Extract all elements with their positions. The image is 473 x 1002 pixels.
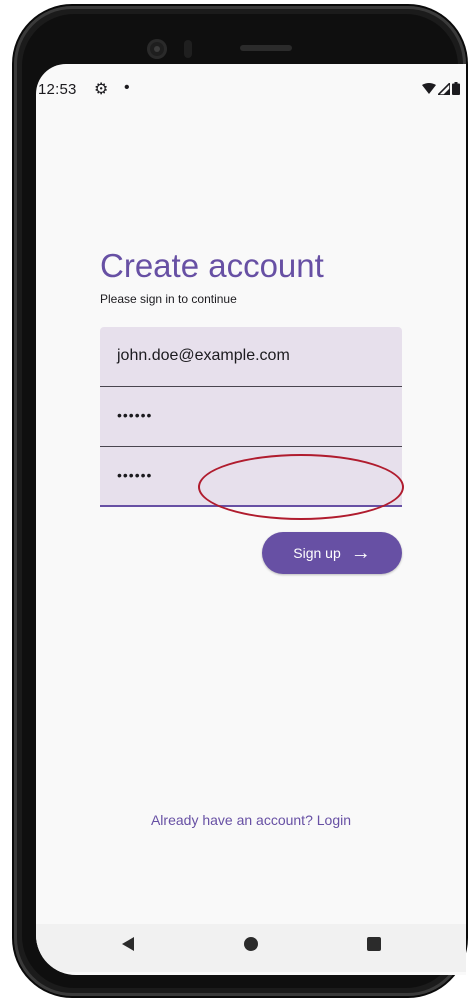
signup-button-container: Sign up → xyxy=(262,532,402,574)
login-link[interactable]: Already have an account? Login xyxy=(36,812,466,828)
front-camera xyxy=(147,39,167,59)
notification-dot-icon: • xyxy=(124,79,130,96)
proximity-sensor xyxy=(184,40,192,58)
password-field[interactable]: •••••• xyxy=(100,387,402,447)
page-subtitle: Please sign in to continue xyxy=(100,292,237,306)
status-bar: 12:53 ⚙ • xyxy=(36,78,466,102)
status-icons xyxy=(422,82,460,95)
signup-button[interactable]: Sign up → xyxy=(262,532,402,574)
battery-icon xyxy=(452,82,460,95)
confirm-password-value: •••••• xyxy=(117,467,153,483)
navigation-bar xyxy=(36,924,466,972)
status-time: 12:53 xyxy=(38,81,77,98)
app-screen: 12:53 ⚙ • Create account Please sign in … xyxy=(36,64,466,975)
back-triangle-icon[interactable] xyxy=(122,937,134,951)
gear-icon: ⚙ xyxy=(94,81,109,98)
email-field[interactable]: john.doe@example.com xyxy=(100,327,402,387)
home-circle-icon[interactable] xyxy=(244,937,258,951)
highlight-annotation xyxy=(198,454,404,520)
email-value: john.doe@example.com xyxy=(117,347,290,364)
password-value: •••••• xyxy=(117,407,153,423)
signup-button-label: Sign up xyxy=(293,545,341,561)
earpiece-speaker xyxy=(240,45,292,51)
arrow-right-icon: → xyxy=(350,542,371,564)
page-title: Create account xyxy=(100,247,324,284)
recents-square-icon[interactable] xyxy=(367,937,381,951)
wifi-icon xyxy=(422,82,436,94)
cell-signal-icon xyxy=(438,82,450,95)
